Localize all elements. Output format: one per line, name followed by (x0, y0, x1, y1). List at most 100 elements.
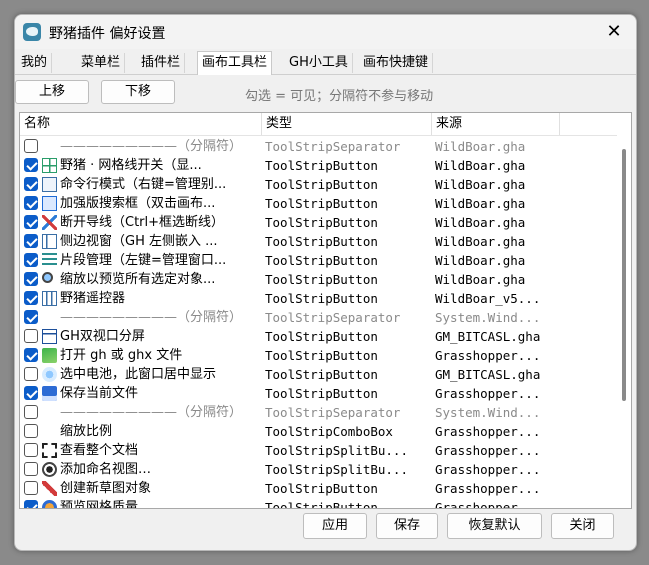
reset-defaults-button[interactable]: 恢复默认 (447, 513, 542, 539)
row-source: WildBoar.gha (435, 253, 526, 268)
visibility-checkbox[interactable] (24, 196, 38, 210)
table-row[interactable]: 野猪遥控器 ToolStripButton WildBoar_v5... (20, 289, 617, 308)
row-source: Grasshopper... (435, 500, 541, 509)
table-row[interactable]: 创建新草图对象 ToolStripButton Grasshopper... (20, 479, 617, 498)
remote-control-icon (42, 291, 57, 306)
tab-menu-bar[interactable]: 菜单栏 (77, 53, 126, 73)
row-name: —————————（分隔符） (60, 310, 243, 325)
column-header-source[interactable]: 来源 (432, 113, 560, 135)
sketch-icon (42, 481, 57, 496)
row-name: 加强版搜索框（双击画布... (60, 196, 216, 211)
table-row[interactable]: 缩放比例 ToolStripComboBox Grasshopper... (20, 422, 617, 441)
table-row[interactable]: 选中电池，此窗口居中显示 ToolStripButton GM_BITCASL.gh… (20, 365, 617, 384)
row-type: ToolStripButton (265, 481, 378, 496)
row-source: WildBoar_v5... (435, 291, 541, 306)
tab-gh-tools[interactable]: GH小工具 (285, 53, 353, 73)
tab-canvas-toolbar[interactable]: 画布工具栏 (197, 51, 273, 75)
visibility-checkbox[interactable] (24, 215, 38, 229)
table-row[interactable]: 片段管理（左键=管理窗口... ToolStripButton WildBoar.g… (20, 251, 617, 270)
visibility-checkbox[interactable] (24, 386, 38, 400)
eye-icon (42, 462, 57, 477)
sidebar-view-icon (42, 234, 57, 249)
row-name: 添加命名视图… (60, 462, 152, 477)
visibility-checkbox[interactable] (24, 481, 38, 495)
title-bar: 野猪插件 偏好设置 ✕ (15, 15, 636, 49)
visibility-checkbox[interactable] (24, 139, 38, 153)
row-name: 断开导线（Ctrl+框选断线） (60, 215, 225, 230)
row-source: GM_BITCASL.gha (435, 329, 541, 344)
row-type: ToolStripSeparator (265, 310, 401, 325)
tab-strip: 我的 菜单栏 插件栏 画布工具栏 GH小工具 画布快捷键 (15, 51, 636, 75)
visibility-checkbox[interactable] (24, 253, 38, 267)
apply-button[interactable]: 应用 (303, 513, 367, 539)
tab-mine[interactable]: 我的 (17, 53, 53, 73)
row-source: WildBoar.gha (435, 234, 526, 249)
visibility-checkbox[interactable] (24, 329, 38, 343)
visibility-checkbox[interactable] (24, 405, 38, 419)
close-button[interactable]: 关闭 (551, 513, 614, 539)
visibility-checkbox[interactable] (24, 462, 38, 476)
visibility-checkbox[interactable] (24, 348, 38, 362)
column-header-name[interactable]: 名称 (20, 113, 262, 135)
row-source: Grasshopper... (435, 443, 541, 458)
table-row[interactable]: 缩放以预览所有选定对象... ToolStripButton WildBoar.gh… (20, 270, 617, 289)
table-row[interactable]: —————————（分隔符） ToolStripSeparator WildBoar… (20, 137, 617, 156)
table-row[interactable]: 断开导线（Ctrl+框选断线） ToolStripButton WildBoar.g… (20, 213, 617, 232)
row-type: ToolStripButton (265, 177, 378, 192)
move-down-button[interactable]: 下移 (101, 80, 175, 104)
visibility-checkbox[interactable] (24, 443, 38, 457)
table-row[interactable]: 保存当前文件 ToolStripButton Grasshopper... (20, 384, 617, 403)
visibility-checkbox[interactable] (24, 234, 38, 248)
row-name: 片段管理（左键=管理窗口... (60, 253, 227, 268)
visibility-checkbox[interactable] (24, 291, 38, 305)
row-source: Grasshopper... (435, 481, 541, 496)
tab-plugin-bar[interactable]: 插件栏 (137, 53, 186, 73)
visibility-checkbox[interactable] (24, 177, 38, 191)
snippet-icon (42, 253, 57, 268)
preview-quality-icon (42, 500, 57, 508)
row-name: 保存当前文件 (60, 386, 139, 401)
row-type: ToolStripButton (265, 253, 378, 268)
vertical-scrollbar[interactable] (617, 135, 631, 508)
row-type: ToolStripButton (265, 196, 378, 211)
row-type: ToolStripButton (265, 158, 378, 173)
table-row[interactable]: —————————（分隔符） ToolStripSeparator System.W… (20, 308, 617, 327)
table-row[interactable]: 查看整个文档 ToolStripSplitBu... Grasshopper... (20, 441, 617, 460)
table-row[interactable]: 侧边视窗（GH 左侧嵌入 ... ToolStripButton WildBoar.… (20, 232, 617, 251)
save-button[interactable]: 保存 (376, 513, 438, 539)
cut-wire-icon (42, 215, 57, 230)
row-source: WildBoar.gha (435, 196, 526, 211)
toolbar-items-list[interactable]: 名称 类型 来源 —————————（分隔符） ToolStripSeparato… (19, 112, 632, 509)
table-row[interactable]: GH双视口分屏 ToolStripButton GM_BITCASL.gha (20, 327, 617, 346)
visibility-checkbox[interactable] (24, 367, 38, 381)
table-row[interactable]: 野猪 · 网格线开关（显... ToolStripButton WildBoar.g… (20, 156, 617, 175)
tab-canvas-shortcuts[interactable]: 画布快捷键 (359, 53, 434, 73)
preferences-dialog: 野猪插件 偏好设置 ✕ 我的 菜单栏 插件栏 画布工具栏 GH小工具 画布快捷键… (14, 14, 637, 551)
column-header-type[interactable]: 类型 (262, 113, 432, 135)
close-window-button[interactable]: ✕ (592, 15, 636, 49)
table-row[interactable]: 添加命名视图… ToolStripSplitBu... Grasshopper... (20, 460, 617, 479)
dual-viewport-icon (42, 329, 57, 344)
scrollbar-thumb[interactable] (622, 149, 626, 401)
visibility-checkbox[interactable] (24, 424, 38, 438)
row-source: WildBoar.gha (435, 177, 526, 192)
table-row[interactable]: 命令行模式（右键=管理别... ToolStripButton WildBoar.g… (20, 175, 617, 194)
row-type: ToolStripButton (265, 367, 378, 382)
zoom-extents-icon (42, 443, 57, 458)
table-row[interactable]: 加强版搜索框（双击画布... ToolStripButton WildBoar.gh… (20, 194, 617, 213)
table-row[interactable]: 打开 gh 或 ghx 文件 ToolStripButton Grasshopper… (20, 346, 617, 365)
visibility-checkbox[interactable] (24, 310, 38, 324)
search-box-icon (42, 196, 57, 211)
row-source: Grasshopper... (435, 348, 541, 363)
row-source: Grasshopper... (435, 462, 541, 477)
table-row[interactable]: 预览网格质量 ToolStripButton Grasshopper... (20, 498, 617, 509)
visibility-checkbox[interactable] (24, 272, 38, 286)
visibility-checkbox[interactable] (24, 158, 38, 172)
row-type: ToolStripButton (265, 234, 378, 249)
move-up-button[interactable]: 上移 (15, 80, 89, 104)
row-name: 缩放比例 (60, 424, 113, 439)
visibility-checkbox[interactable] (24, 500, 38, 508)
table-row[interactable]: —————————（分隔符） ToolStripSeparator System.W… (20, 403, 617, 422)
zoom-preview-icon (42, 272, 53, 283)
row-source: WildBoar.gha (435, 215, 526, 230)
